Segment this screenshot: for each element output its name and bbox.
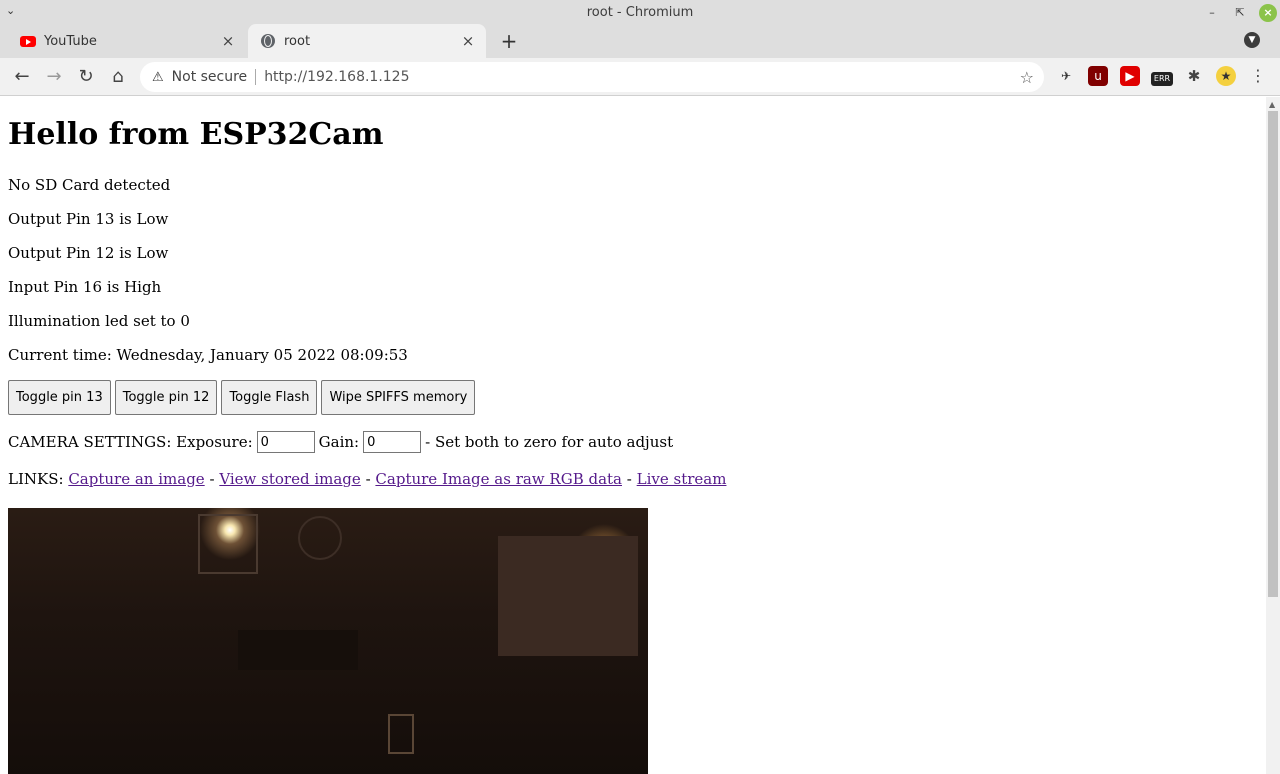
profile-avatar-icon[interactable]: ★ <box>1216 66 1236 86</box>
browser-toolbar: ← → ↻ ⌂ ⚠ Not secure http://192.168.1.12… <box>0 58 1280 96</box>
gain-input[interactable] <box>363 431 422 453</box>
ublock-icon[interactable]: u <box>1088 66 1108 86</box>
page-title: Hello from ESP32Cam <box>8 117 384 152</box>
auto-adjust-hint: - Set both to zero for auto adjust <box>425 433 674 451</box>
err-badge-icon[interactable]: ERR <box>1151 72 1173 86</box>
tab-search-icon[interactable]: ▼ <box>1244 32 1260 48</box>
background-panel <box>498 536 638 656</box>
globe-icon <box>260 33 276 49</box>
table-shape <box>238 630 358 670</box>
pin12-status: Output Pin 12 is Low <box>8 244 169 262</box>
extension-icon-1[interactable]: ✈ <box>1056 66 1076 86</box>
camera-settings-label: CAMERA SETTINGS: Exposure: <box>8 433 253 451</box>
forward-icon[interactable]: → <box>42 65 66 89</box>
scroll-up-icon[interactable]: ▲ <box>1269 100 1275 109</box>
divider <box>255 69 257 85</box>
wipe-spiffs-button[interactable]: Wipe SPIFFS memory <box>321 380 476 415</box>
link-separator: - <box>626 470 632 488</box>
home-icon[interactable]: ⌂ <box>106 65 130 89</box>
links-row: LINKS: Capture an image - View stored im… <box>8 470 726 488</box>
toggle-pin12-button[interactable]: Toggle pin 12 <box>114 380 218 415</box>
maximize-icon[interactable]: ⇱ <box>1231 4 1249 22</box>
pin16-status: Input Pin 16 is High <box>8 278 162 296</box>
new-tab-icon[interactable]: + <box>498 30 520 52</box>
youtube-icon <box>20 33 36 49</box>
capture-image-link[interactable]: Capture an image <box>68 470 204 488</box>
tab-root[interactable]: root × <box>248 24 486 58</box>
wall-clock <box>298 516 342 560</box>
sd-card-status: No SD Card detected <box>8 176 171 194</box>
url-text[interactable]: http://192.168.1.125 <box>264 69 1019 85</box>
minimize-icon[interactable]: – <box>1203 4 1221 22</box>
tab-label: YouTube <box>44 33 97 49</box>
bookmark-star-icon[interactable]: ☆ <box>1020 68 1034 87</box>
security-label[interactable]: Not secure <box>172 69 248 85</box>
link-separator: - <box>209 470 215 488</box>
picture-frame <box>198 514 258 574</box>
current-time: Current time: Wednesday, January 05 2022… <box>8 346 408 364</box>
tab-youtube[interactable]: YouTube × <box>8 24 246 58</box>
camera-settings: CAMERA SETTINGS: Exposure: Gain: - Set b… <box>8 431 673 453</box>
extension-shield-icon[interactable]: ▶ <box>1120 66 1140 86</box>
puzzle-icon[interactable]: ✱ <box>1184 66 1204 86</box>
close-tab-icon[interactable]: × <box>460 33 476 49</box>
illumination-status: Illumination led set to 0 <box>8 312 190 330</box>
warning-icon[interactable]: ⚠ <box>152 70 164 85</box>
toggle-flash-button[interactable]: Toggle Flash <box>221 380 318 415</box>
reload-icon[interactable]: ↻ <box>74 65 98 89</box>
link-separator: - <box>365 470 371 488</box>
exposure-input[interactable] <box>256 431 315 453</box>
pin13-status: Output Pin 13 is Low <box>8 210 169 228</box>
control-buttons: Toggle pin 13 Toggle pin 12 Toggle Flash… <box>8 380 476 415</box>
scrollbar-thumb[interactable] <box>1268 111 1278 597</box>
close-window-icon[interactable]: × <box>1259 4 1277 22</box>
links-label: LINKS: <box>8 470 64 488</box>
menu-dots-icon[interactable]: ⋮ <box>1248 66 1268 86</box>
small-box <box>388 714 414 754</box>
vertical-scrollbar[interactable]: ▲ <box>1266 97 1280 774</box>
camera-image <box>8 508 648 774</box>
view-stored-image-link[interactable]: View stored image <box>219 470 360 488</box>
close-tab-icon[interactable]: × <box>220 33 236 49</box>
tab-strip: YouTube × root × + ▼ <box>0 24 1280 58</box>
address-bar[interactable]: ⚠ Not secure http://192.168.1.125 ☆ <box>140 62 1044 92</box>
back-icon[interactable]: ← <box>10 65 34 89</box>
toggle-pin13-button[interactable]: Toggle pin 13 <box>8 380 111 415</box>
page-viewport: Hello from ESP32Cam No SD Card detected … <box>0 97 1266 774</box>
gain-label: Gain: <box>318 433 360 451</box>
live-stream-link[interactable]: Live stream <box>637 470 727 488</box>
tab-label: root <box>284 33 311 49</box>
window-title: root - Chromium <box>586 5 694 20</box>
capture-raw-rgb-link[interactable]: Capture Image as raw RGB data <box>375 470 622 488</box>
window-titlebar: ⌄ root - Chromium – ⇱ × <box>0 0 1280 26</box>
